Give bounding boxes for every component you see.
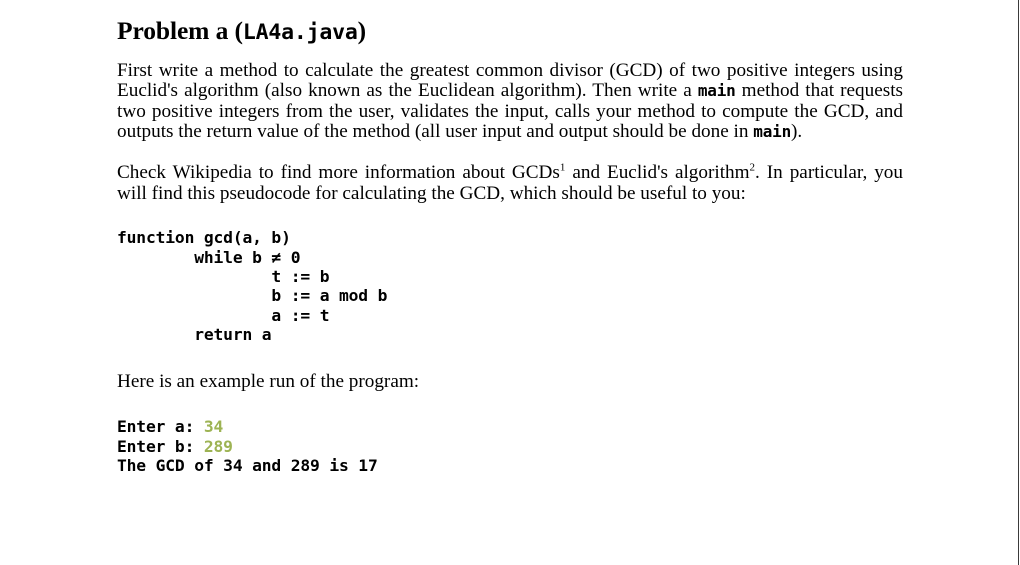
wikipedia-text-part-1: Check Wikipedia to find more information… [117, 161, 560, 183]
intro-inline-code-main-1: main [697, 81, 736, 101]
pseudocode-block: function gcd(a, b) while b ≠ 0 t := b b … [117, 228, 903, 344]
console-input-value-b: 289 [203, 436, 233, 456]
console-prompt-a: Enter a: [117, 417, 204, 437]
pseudocode-line: b := a mod b [117, 286, 388, 306]
intro-inline-code-main-2: main [753, 122, 791, 142]
pseudocode-line: while b ≠ 0 [117, 247, 301, 267]
pseudocode-line: function gcd(a, b) [117, 228, 291, 248]
page-title: Problem a (LA4a.java) [117, 0, 903, 46]
document-body: Problem a (LA4a.java) First write a meth… [117, 0, 903, 475]
intro-text-part-3: ). [791, 121, 803, 143]
example-run-label: Here is an example run of the program: [117, 370, 420, 392]
pseudocode-line: a := t [117, 305, 330, 325]
page-right-edge-border [1018, 0, 1019, 565]
wikipedia-text-part-2: and Euclid's algorithm [565, 161, 750, 183]
paragraph-intro: First write a method to calculate the gr… [117, 60, 903, 143]
page-title-suffix: ) [357, 16, 367, 45]
paragraph-wikipedia: Check Wikipedia to find more information… [117, 161, 903, 204]
console-prompt-b: Enter b: [117, 436, 204, 456]
console-output-block: Enter a: 34 Enter b: 289 The GCD of 34 a… [117, 417, 903, 475]
pseudocode-line: return a [117, 325, 272, 345]
page-title-filename: LA4a.java [242, 20, 358, 45]
console-result-line: The GCD of 34 and 289 is 17 [117, 455, 378, 475]
pseudocode-line: t := b [117, 266, 330, 286]
console-input-value-a: 34 [203, 417, 224, 437]
page-title-prefix: Problem a ( [117, 16, 243, 45]
